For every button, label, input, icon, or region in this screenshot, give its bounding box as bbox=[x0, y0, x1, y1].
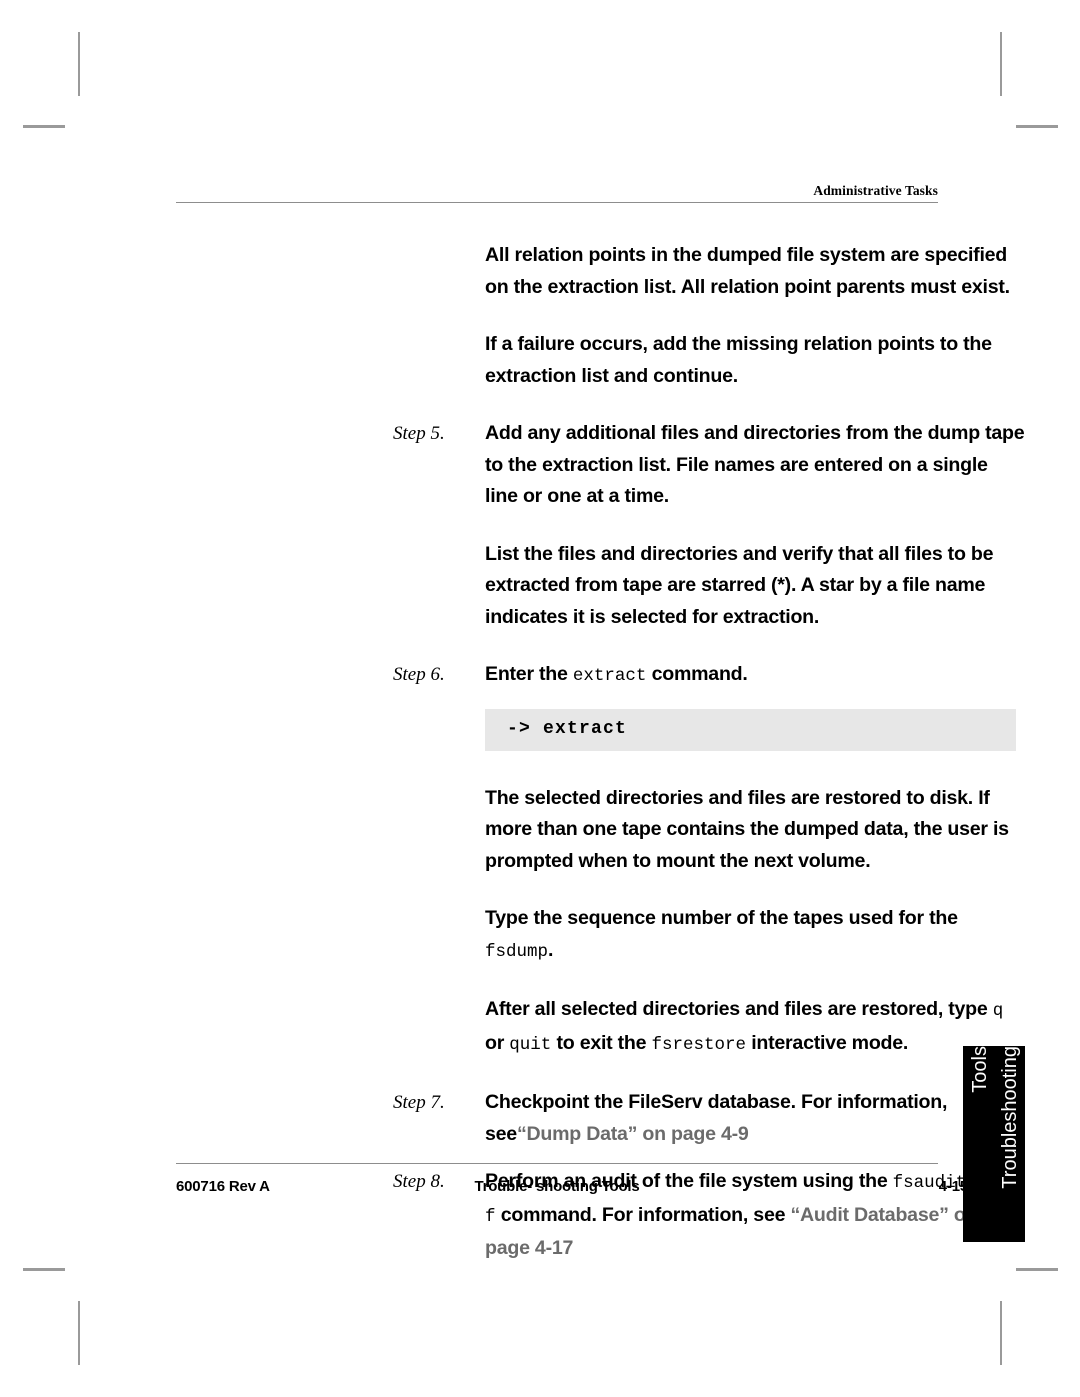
intro-block-1: All relation points in the dumped file s… bbox=[176, 240, 1016, 303]
thumb-tab-troubleshooting-tools: Troubleshooting Tools bbox=[963, 1046, 1025, 1242]
crop-mark-top-left-vertical bbox=[78, 32, 80, 96]
footer-divider bbox=[176, 1163, 938, 1164]
step-6-exit: After all selected directories and files… bbox=[176, 994, 1016, 1061]
main-content: All relation points in the dumped file s… bbox=[176, 240, 1025, 1265]
step-7: Step 7. Checkpoint the FileServ database… bbox=[176, 1087, 1016, 1150]
seq-text-prefix: Type the sequence number of the tapes us… bbox=[485, 907, 958, 929]
running-header: Administrative Tasks bbox=[176, 183, 938, 203]
header-divider bbox=[176, 202, 938, 203]
crop-mark-top-right-horizontal bbox=[1016, 125, 1058, 128]
intro-paragraph: All relation points in the dumped file s… bbox=[485, 244, 1010, 298]
page-title: Administrative Tasks bbox=[813, 183, 938, 198]
exit-text-2: or bbox=[485, 1031, 510, 1054]
thumb-tab-line-2: Tools bbox=[969, 1046, 991, 1093]
intro-paragraph: If a failure occurs, add the missing rel… bbox=[485, 333, 992, 387]
step-6-instruction: Enter the extract command. bbox=[485, 659, 1025, 693]
document-page: Administrative Tasks All relation points… bbox=[0, 0, 1080, 1397]
step-6: Step 6. Enter the extract command. bbox=[176, 659, 1016, 693]
step-6-paragraph-3: After all selected directories and files… bbox=[485, 994, 1025, 1061]
crop-mark-bottom-left-horizontal bbox=[23, 1268, 65, 1271]
step-8-text-2: command. For information, see bbox=[495, 1203, 786, 1226]
thumb-tab-line-1: Troubleshooting bbox=[999, 1046, 1021, 1189]
step-6-sequence: Type the sequence number of the tapes us… bbox=[176, 903, 1016, 968]
step-6-label: Step 6. bbox=[393, 664, 445, 685]
crop-mark-bottom-left-vertical bbox=[78, 1301, 80, 1365]
step-5-continued: List the files and directories and verif… bbox=[176, 539, 1016, 634]
step-6-text-suffix: command. bbox=[646, 663, 748, 685]
step-5-paragraph-2: List the files and directories and verif… bbox=[485, 542, 994, 628]
step-5: Step 5. Add any additional files and dir… bbox=[176, 418, 1025, 513]
step-6-text-prefix: Enter the bbox=[485, 663, 573, 685]
fsdump-command-inline: fsdump bbox=[485, 941, 549, 962]
step-6-paragraph-2: Type the sequence number of the tapes us… bbox=[485, 903, 1025, 968]
extract-command-inline: extract bbox=[572, 666, 647, 686]
step-6-result: The selected directories and files are r… bbox=[176, 783, 1016, 878]
quit-short-command-inline: q bbox=[992, 1001, 1004, 1021]
terminal-code-block: -> extract bbox=[485, 708, 1016, 751]
intro-block-2: If a failure occurs, add the missing rel… bbox=[176, 329, 1016, 392]
step-5-label: Step 5. bbox=[393, 423, 445, 444]
exit-text-3: to exit the bbox=[551, 1031, 652, 1054]
footer-section-title: Trouble- shooting Tools bbox=[474, 1178, 640, 1195]
step-6-paragraph-1: The selected directories and files are r… bbox=[485, 786, 1009, 872]
crop-mark-top-left-horizontal bbox=[23, 125, 65, 128]
seq-text-suffix: . bbox=[548, 938, 554, 961]
cross-reference-dump-data[interactable]: “Dump Data” on page 4-9 bbox=[517, 1123, 749, 1145]
crop-mark-bottom-right-horizontal bbox=[1016, 1268, 1058, 1271]
crop-mark-top-right-vertical bbox=[1000, 32, 1002, 96]
page-footer: 600716 Rev A Trouble- shooting Tools 4-1… bbox=[176, 1163, 968, 1200]
crop-mark-bottom-right-vertical bbox=[1000, 1301, 1002, 1365]
exit-text-4: interactive mode. bbox=[746, 1031, 909, 1054]
step-5-paragraph-1: Add any additional files and directories… bbox=[485, 422, 1025, 507]
fsrestore-command-inline: fsrestore bbox=[651, 1034, 747, 1055]
step-7-label: Step 7. bbox=[393, 1092, 445, 1113]
exit-text-1: After all selected directories and files… bbox=[485, 998, 993, 1020]
step-7-instruction: Checkpoint the FileServ database. For in… bbox=[485, 1087, 1025, 1150]
quit-command-inline: quit bbox=[509, 1034, 552, 1055]
code-line-extract: -> extract bbox=[507, 718, 628, 739]
